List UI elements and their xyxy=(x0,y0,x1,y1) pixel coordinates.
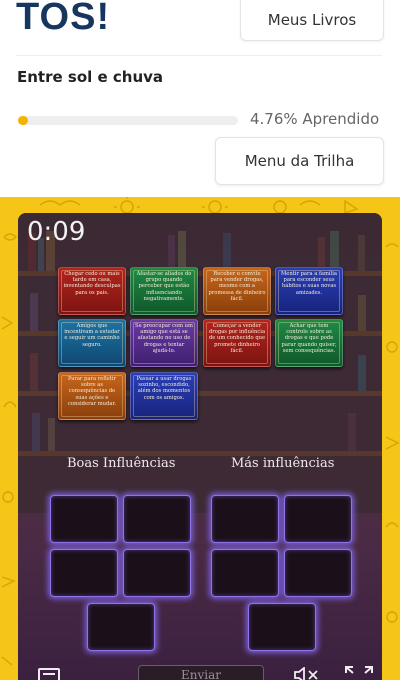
logo-text: TOS xyxy=(16,0,97,38)
card-8[interactable]: Achar que tem controle sobre as drogas e… xyxy=(275,319,343,367)
course-title: Entre sol e chuva xyxy=(17,68,164,86)
progress-label: 4.76% Aprendido xyxy=(250,110,380,128)
card-2[interactable]: Afastar-se aliados do grupo quando perce… xyxy=(130,267,198,315)
my-books-button[interactable]: Meus Livros xyxy=(240,0,384,41)
card-1[interactable]: Chegar cedo ou mais tarde em casa, inven… xyxy=(58,267,126,315)
send-button[interactable]: Enviar xyxy=(138,665,264,680)
card-10[interactable]: Passar a usar drogas sozinho, escondido,… xyxy=(130,372,198,420)
progress-bar xyxy=(18,116,238,125)
bad-drop-slot-3[interactable] xyxy=(211,549,279,597)
good-drop-slot-5[interactable] xyxy=(87,603,155,651)
timer: 0:09 xyxy=(27,217,86,247)
bad-drop-slot-4[interactable] xyxy=(284,549,352,597)
bad-drop-slot-5[interactable] xyxy=(248,603,316,651)
good-influences-title: Boas Influências xyxy=(67,456,176,471)
header-divider xyxy=(16,55,382,56)
game-viewport: 0:09 Chegar cedo ou mais tarde em casa, … xyxy=(18,213,382,680)
bad-drop-slot-1[interactable] xyxy=(211,495,279,543)
logo-bang: ! xyxy=(96,0,111,38)
tos-logo[interactable]: TOS! xyxy=(16,0,110,39)
card-7[interactable]: Começar a vender drogas por influência d… xyxy=(203,319,271,367)
trail-menu-button[interactable]: Menu da Trilha xyxy=(215,137,384,185)
fullscreen-icon[interactable] xyxy=(344,665,374,680)
progress-bar-fill xyxy=(18,116,29,125)
good-drop-slot-3[interactable] xyxy=(50,549,118,597)
good-drop-slot-1[interactable] xyxy=(50,495,118,543)
good-drop-slot-4[interactable] xyxy=(123,549,191,597)
card-3[interactable]: Receber o convite para vender drogas, me… xyxy=(203,267,271,315)
card-9[interactable]: Parar para refletir sobre as consequênci… xyxy=(58,372,126,420)
card-6[interactable]: Se preocupar com um amigo que está se af… xyxy=(130,319,198,367)
menu-icon[interactable] xyxy=(38,668,60,680)
bad-influences-title: Más influências xyxy=(231,456,335,471)
card-5[interactable]: Amigos que incentivam a estudar e seguir… xyxy=(58,319,126,367)
bad-drop-slot-2[interactable] xyxy=(284,495,352,543)
game-frame: 0:09 Chegar cedo ou mais tarde em casa, … xyxy=(0,197,400,680)
good-drop-slot-2[interactable] xyxy=(123,495,191,543)
card-4[interactable]: Mentir para a família para esconder seus… xyxy=(275,267,343,315)
sound-muted-icon[interactable] xyxy=(294,667,320,680)
site-header: TOS! Meus Livros xyxy=(0,0,400,44)
